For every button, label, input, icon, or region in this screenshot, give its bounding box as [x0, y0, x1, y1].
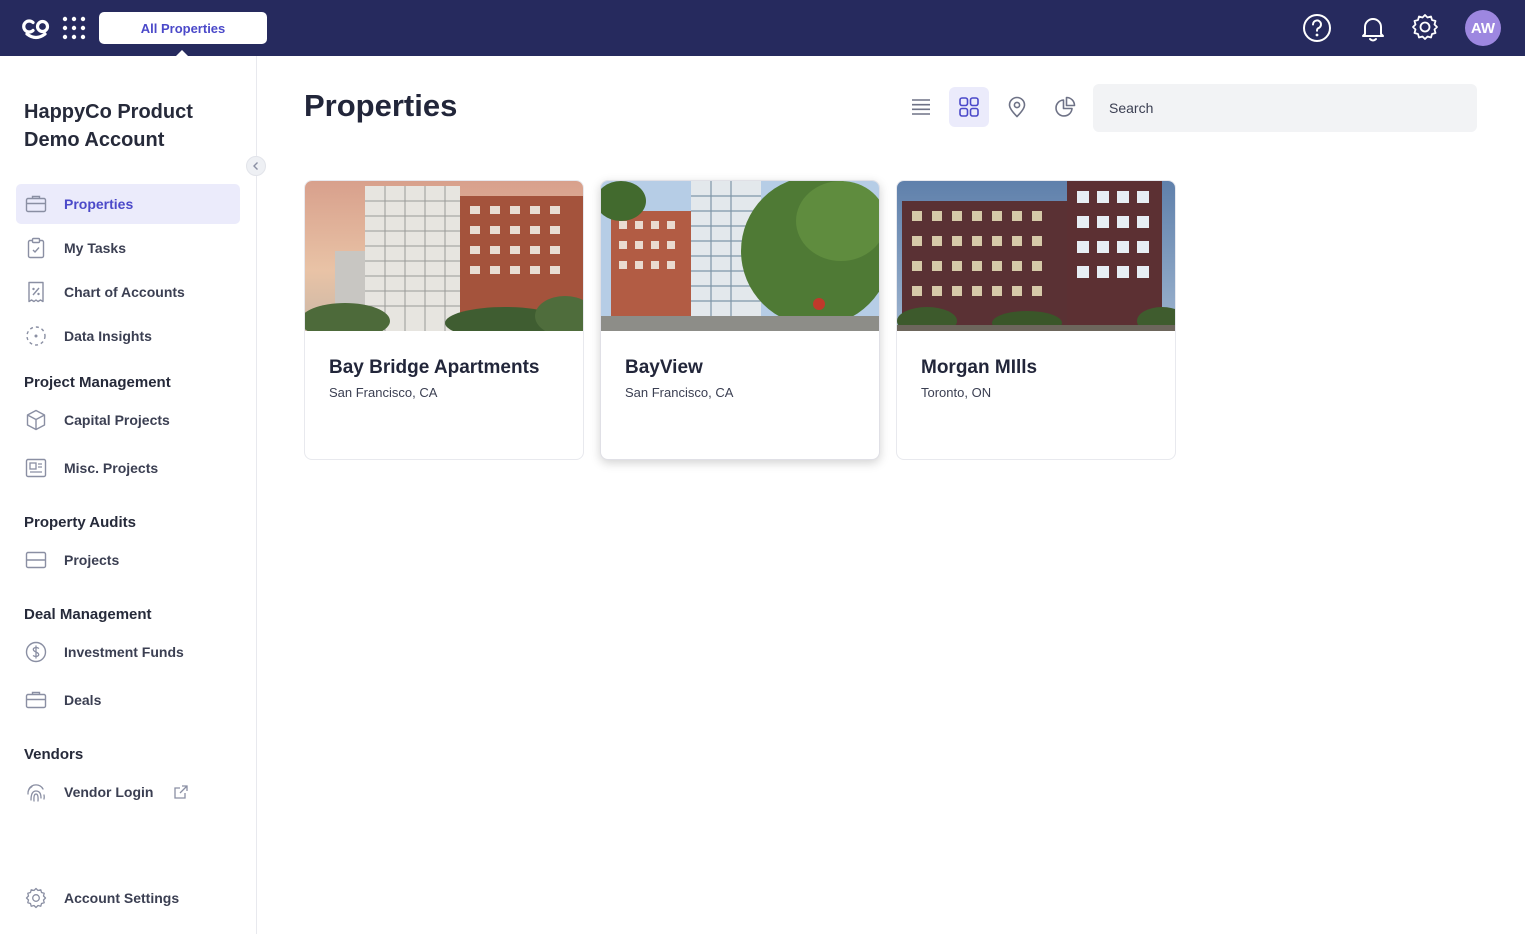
- property-name: Bay Bridge Apartments: [329, 357, 540, 378]
- property-photo: [305, 181, 583, 331]
- property-card-morgan-mills[interactable]: Morgan MIlls Toronto, ON: [896, 180, 1176, 460]
- section-heading: Property Audits: [24, 514, 136, 531]
- section-heading: Vendors: [24, 746, 84, 763]
- sidebar-item-label: Vendor Login: [64, 784, 154, 800]
- map-view-button[interactable]: [997, 87, 1037, 127]
- search-input[interactable]: [1093, 84, 1477, 132]
- insights-icon: [26, 326, 46, 346]
- sidebar-item-chart-of-accounts[interactable]: Chart of Accounts: [16, 272, 240, 312]
- sidebar-item-deals[interactable]: Deals: [16, 680, 240, 720]
- property-name: Morgan MIlls: [921, 357, 1038, 378]
- property-location: San Francisco, CA: [329, 385, 438, 400]
- page-title: Properties: [304, 88, 458, 123]
- sidebar-item-capital-projects[interactable]: Capital Projects: [16, 400, 240, 440]
- gear-icon[interactable]: [1409, 12, 1441, 44]
- property-card-bayview[interactable]: BayView San Francisco, CA: [600, 180, 880, 460]
- sidebar-item-label: Misc. Projects: [64, 460, 159, 476]
- dollar-icon: [25, 641, 47, 663]
- analytics-view-button[interactable]: [1045, 87, 1085, 127]
- section-heading: Deal Management: [24, 606, 152, 623]
- sidebar-item-label: My Tasks: [64, 240, 126, 256]
- sidebar-item-label: Properties: [64, 196, 134, 212]
- sidebar: HappyCo Product Demo Account Properties …: [0, 56, 257, 934]
- section-heading: Project Management: [24, 374, 171, 391]
- sidebar-item-projects[interactable]: Projects: [16, 540, 240, 580]
- happyco-logo[interactable]: [22, 15, 50, 41]
- list-view-icon: [912, 99, 930, 115]
- grid-view-icon: [959, 97, 979, 117]
- sidebar-item-my-tasks[interactable]: My Tasks: [16, 228, 240, 268]
- fingerprint-icon: [27, 784, 45, 802]
- pie-chart-icon: [1055, 96, 1076, 117]
- sidebar-item-label: Capital Projects: [64, 412, 170, 428]
- cube-icon: [26, 409, 46, 431]
- sidebar-item-account-settings[interactable]: Account Settings: [16, 878, 240, 918]
- property-photo: [897, 181, 1175, 331]
- receipt-icon: [28, 281, 44, 303]
- property-location: Toronto, ON: [921, 385, 992, 400]
- briefcase-icon: [25, 691, 47, 709]
- property-location: San Francisco, CA: [625, 385, 734, 400]
- top-bar: All Properties AW: [0, 0, 1525, 57]
- document-icon: [25, 458, 47, 478]
- sidebar-item-label: Account Settings: [64, 890, 180, 906]
- map-pin-icon: [1008, 96, 1026, 118]
- external-link-icon: [174, 785, 188, 799]
- sidebar-item-data-insights[interactable]: Data Insights: [16, 316, 240, 356]
- collapse-sidebar-button[interactable]: [246, 156, 266, 176]
- user-avatar[interactable]: AW: [1465, 10, 1501, 46]
- sidebar-item-label: Projects: [64, 552, 120, 568]
- help-icon[interactable]: [1301, 12, 1333, 44]
- property-name: BayView: [625, 357, 703, 378]
- sidebar-item-properties[interactable]: Properties: [16, 184, 240, 224]
- sidebar-item-investment-funds[interactable]: Investment Funds: [16, 632, 240, 672]
- app-launcher-icon[interactable]: [62, 16, 86, 40]
- grid-view-button[interactable]: [949, 87, 989, 127]
- card-icon: [25, 551, 47, 569]
- sidebar-item-misc-projects[interactable]: Misc. Projects: [16, 448, 240, 488]
- sidebar-item-label: Chart of Accounts: [64, 284, 185, 300]
- briefcase-icon: [25, 195, 47, 213]
- bell-icon[interactable]: [1357, 12, 1389, 44]
- gear-icon: [25, 887, 47, 909]
- chevron-left-icon: [253, 162, 258, 170]
- property-card-bay-bridge-apartments[interactable]: Bay Bridge Apartments San Francisco, CA: [304, 180, 584, 460]
- list-view-button[interactable]: [901, 87, 941, 127]
- account-name: HappyCo Product Demo Account: [24, 101, 193, 151]
- sidebar-item-label: Deals: [64, 692, 102, 708]
- clipboard-check-icon: [27, 237, 45, 259]
- sidebar-item-vendor-login[interactable]: Vendor Login: [16, 772, 240, 812]
- sidebar-item-label: Data Insights: [64, 328, 152, 344]
- property-photo: [601, 181, 879, 331]
- all-properties-button[interactable]: All Properties: [99, 12, 267, 44]
- sidebar-item-label: Investment Funds: [64, 644, 184, 660]
